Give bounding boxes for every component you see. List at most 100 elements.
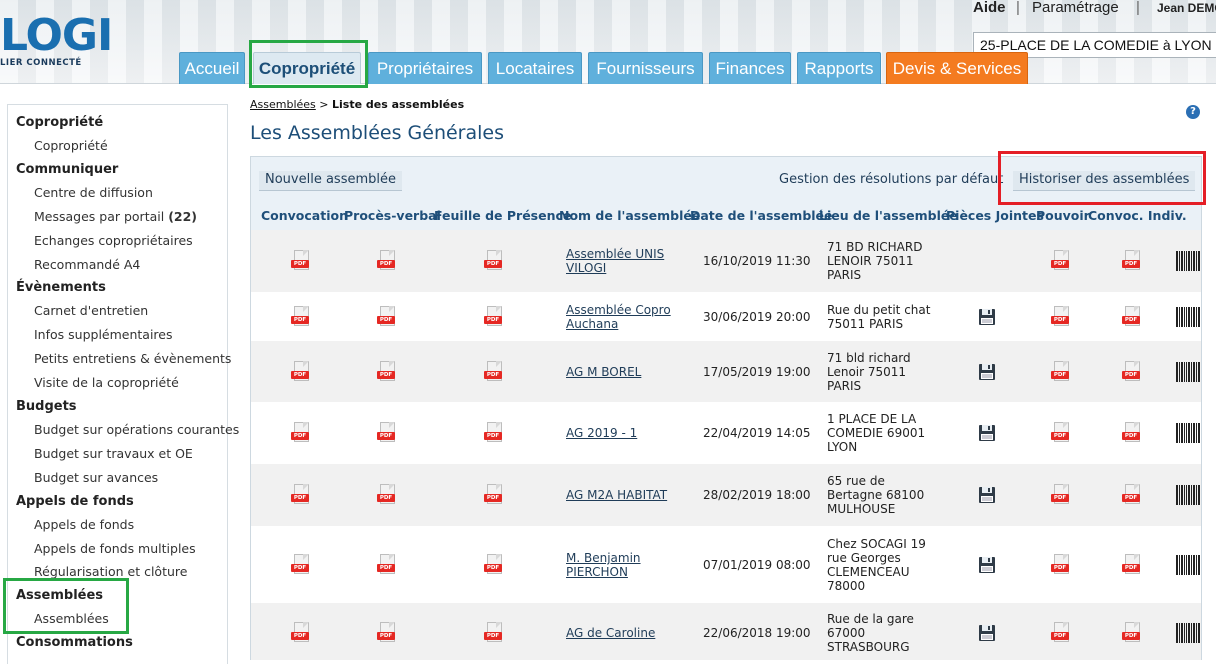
- convocation-pdf-icon[interactable]: PDF: [291, 484, 311, 506]
- pdf-fold-shape: [303, 484, 309, 490]
- pouvoir-pdf-icon[interactable]: PDF: [1051, 622, 1071, 644]
- convocation-pdf-icon[interactable]: PDF: [291, 361, 311, 383]
- sidebar-item-appels-multiples[interactable]: Appels de fonds multiples: [34, 541, 196, 556]
- convocation-pdf-icon[interactable]: PDF: [291, 622, 311, 644]
- floppy-disk-icon[interactable]: [978, 624, 996, 642]
- tab-locataires[interactable]: Locataires: [488, 52, 582, 84]
- convoc-indiv-pdf-icon[interactable]: PDF: [1122, 622, 1142, 644]
- proces-verbal-pdf-icon[interactable]: PDF: [377, 554, 397, 576]
- floppy-disk-icon[interactable]: [978, 308, 996, 326]
- sidebar-item-carnet[interactable]: Carnet d'entretien: [34, 303, 148, 318]
- pouvoir-pdf-icon[interactable]: PDF: [1051, 554, 1071, 576]
- assembly-date: 30/06/2019 20:00: [703, 310, 811, 324]
- assembly-location: 65 rue de Bertagne 68100 MULHOUSE: [827, 474, 924, 516]
- pouvoir-pdf-icon[interactable]: PDF: [1051, 306, 1071, 328]
- proces-verbal-pdf-icon[interactable]: PDF: [377, 306, 397, 328]
- sidebar-item-assemblees[interactable]: Assemblées: [34, 611, 109, 626]
- tab-devis-services[interactable]: Devis & Services: [886, 52, 1028, 84]
- top-separator: |: [1136, 0, 1140, 16]
- tab-fournisseurs[interactable]: Fournisseurs: [588, 52, 703, 84]
- proces-verbal-pdf-icon[interactable]: PDF: [377, 361, 397, 383]
- user-name[interactable]: Jean DEMO: [1157, 1, 1216, 15]
- barcode-icon[interactable]: [1176, 362, 1202, 382]
- sidebar-item-petits-entretiens[interactable]: Petits entretiens & évènements: [34, 351, 231, 366]
- feuille-presence-pdf-icon[interactable]: PDF: [484, 484, 504, 506]
- proces-verbal-pdf-icon[interactable]: PDF: [377, 484, 397, 506]
- pdf-label: PDF: [377, 316, 395, 324]
- tab-rapports[interactable]: Rapports: [797, 52, 881, 84]
- assembly-name-link[interactable]: AG de Caroline: [566, 626, 655, 640]
- convocation-pdf-icon[interactable]: PDF: [291, 422, 311, 444]
- tab-proprietaires[interactable]: Propriétaires: [368, 52, 482, 84]
- proces-verbal-pdf-icon[interactable]: PDF: [377, 622, 397, 644]
- barcode-icon[interactable]: [1176, 623, 1202, 643]
- default-resolutions-button[interactable]: Gestion des résolutions par défaut: [773, 171, 1010, 191]
- floppy-disk-icon[interactable]: [978, 486, 996, 504]
- assembly-location-line: PARIS: [827, 379, 862, 393]
- feuille-presence-pdf-icon[interactable]: PDF: [484, 306, 504, 328]
- help-icon[interactable]: ?: [1186, 105, 1200, 119]
- archive-assemblies-button[interactable]: Historiser des assemblées: [1013, 171, 1196, 191]
- proces-verbal-pdf-icon[interactable]: PDF: [377, 250, 397, 272]
- sidebar-item-regularisation[interactable]: Régularisation et clôture: [34, 564, 187, 579]
- pouvoir-pdf-icon[interactable]: PDF: [1051, 361, 1071, 383]
- feuille-presence-pdf-icon[interactable]: PDF: [484, 554, 504, 576]
- barcode-icon[interactable]: [1176, 485, 1202, 505]
- settings-link[interactable]: Paramétrage: [1032, 0, 1119, 16]
- assembly-name-link[interactable]: AG M BOREL: [566, 365, 641, 379]
- convocation-pdf-icon[interactable]: PDF: [291, 250, 311, 272]
- pdf-fold-shape: [1134, 306, 1140, 312]
- feuille-presence-pdf-icon[interactable]: PDF: [484, 250, 504, 272]
- assembly-name-link[interactable]: AG 2019 - 1: [566, 426, 637, 440]
- floppy-disk-icon[interactable]: [978, 363, 996, 381]
- convoc-indiv-pdf-icon[interactable]: PDF: [1122, 306, 1142, 328]
- assembly-name-link[interactable]: M. Benjamin PIERCHON: [566, 551, 641, 579]
- floppy-disk-icon[interactable]: [978, 424, 996, 442]
- tab-finances[interactable]: Finances: [709, 52, 791, 84]
- sidebar-item-appels[interactable]: Appels de fonds: [34, 517, 134, 532]
- assembly-name-link[interactable]: Assemblée UNIS VILOGI: [566, 247, 664, 275]
- sidebar-item-messages[interactable]: Messages par portail (22): [34, 209, 197, 224]
- convoc-indiv-pdf-icon[interactable]: PDF: [1122, 361, 1142, 383]
- sidebar-item-visite[interactable]: Visite de la copropriété: [34, 375, 179, 390]
- pdf-label: PDF: [484, 316, 502, 324]
- assembly-name-link[interactable]: AG M2A HABITAT: [566, 488, 667, 502]
- barcode-icon[interactable]: [1176, 251, 1202, 271]
- pouvoir-pdf-icon[interactable]: PDF: [1051, 422, 1071, 444]
- convocation-pdf-icon[interactable]: PDF: [291, 554, 311, 576]
- assembly-name-line: AG de Caroline: [566, 626, 656, 640]
- new-assembly-button[interactable]: Nouvelle assemblée: [259, 171, 402, 191]
- barcode-icon[interactable]: [1176, 423, 1202, 443]
- sidebar-item-budget-travaux[interactable]: Budget sur travaux et OE: [34, 446, 193, 461]
- pdf-label: PDF: [377, 371, 395, 379]
- sidebar-item-centre-diffusion[interactable]: Centre de diffusion: [34, 185, 153, 200]
- proces-verbal-pdf-icon[interactable]: PDF: [377, 422, 397, 444]
- convoc-indiv-pdf-icon[interactable]: PDF: [1122, 484, 1142, 506]
- convoc-indiv-pdf-icon[interactable]: PDF: [1122, 250, 1142, 272]
- barcode-icon[interactable]: [1176, 555, 1202, 575]
- logo[interactable]: LOGI: [0, 14, 113, 58]
- assembly-name-link[interactable]: Assemblée Copro Auchana: [566, 303, 671, 331]
- help-link[interactable]: Aide: [973, 0, 1006, 16]
- tab-copropriete[interactable]: Copropriété: [253, 52, 361, 84]
- feuille-presence-pdf-icon[interactable]: PDF: [484, 622, 504, 644]
- breadcrumb-link[interactable]: Assemblées: [250, 98, 316, 111]
- barcode-icon[interactable]: [1176, 307, 1202, 327]
- feuille-presence-pdf-icon[interactable]: PDF: [484, 361, 504, 383]
- sidebar-item-echanges[interactable]: Echanges copropriétaires: [34, 233, 193, 248]
- sidebar-item-recommande[interactable]: Recommandé A4: [34, 257, 140, 272]
- sidebar-item-budget-courantes[interactable]: Budget sur opérations courantes: [34, 422, 239, 437]
- sidebar-item-infos[interactable]: Infos supplémentaires: [34, 327, 173, 342]
- sidebar-item-copropriete[interactable]: Copropriété: [34, 138, 108, 153]
- tab-accueil[interactable]: Accueil: [179, 52, 245, 84]
- convocation-pdf-icon[interactable]: PDF: [291, 306, 311, 328]
- sidebar-item-budget-avances[interactable]: Budget sur avances: [34, 470, 158, 485]
- floppy-disk-icon[interactable]: [978, 556, 996, 574]
- feuille-presence-pdf-icon[interactable]: PDF: [484, 422, 504, 444]
- pouvoir-pdf-icon[interactable]: PDF: [1051, 250, 1071, 272]
- convoc-indiv-pdf-icon[interactable]: PDF: [1122, 554, 1142, 576]
- assembly-location-line: CLEMENCEAU: [827, 565, 910, 579]
- pdf-label: PDF: [1122, 432, 1140, 440]
- pouvoir-pdf-icon[interactable]: PDF: [1051, 484, 1071, 506]
- convoc-indiv-pdf-icon[interactable]: PDF: [1122, 422, 1142, 444]
